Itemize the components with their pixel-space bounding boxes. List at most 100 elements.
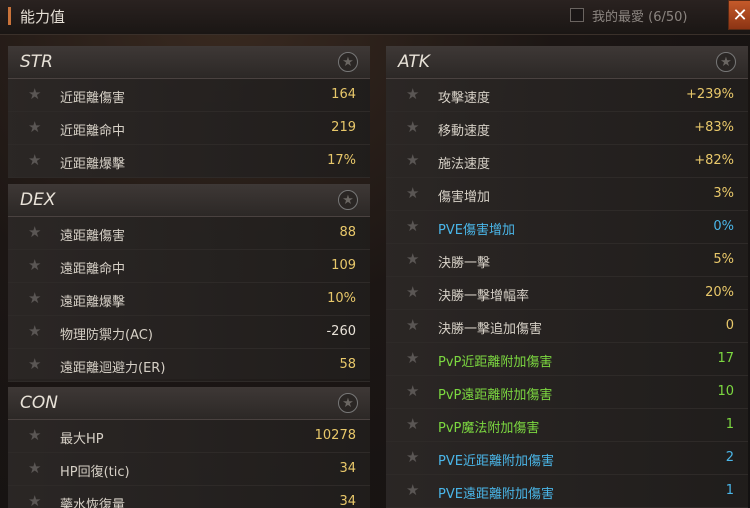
title-accent-bar	[8, 7, 11, 25]
stat-row: ★ 移動速度 +83%	[386, 112, 748, 145]
stat-label: 近距離命中	[60, 124, 126, 139]
stat-label: PvP魔法附加傷害	[438, 421, 540, 436]
stat-value: 10278	[314, 428, 356, 443]
panel-header-atk: ATK ★	[386, 46, 748, 79]
stat-label: 遠距離傷害	[60, 229, 126, 244]
stat-label: 藥水恢復量	[60, 498, 126, 508]
favorite-section-star-icon[interactable]: ★	[716, 52, 736, 72]
stat-value: 10	[717, 384, 734, 399]
stat-label: 決勝一擊增幅率	[438, 289, 530, 304]
stat-value: 2	[725, 450, 734, 465]
star-icon[interactable]: ★	[28, 118, 41, 136]
stat-label: 移動速度	[438, 124, 491, 139]
stat-label: 最大HP	[60, 432, 104, 447]
stat-value: 109	[331, 258, 356, 273]
stat-value: 58	[339, 357, 356, 372]
stat-row: ★ 決勝一擊追加傷害 0	[386, 310, 748, 343]
star-icon[interactable]: ★	[406, 283, 419, 301]
stat-value: 34	[339, 494, 356, 508]
star-icon[interactable]: ★	[28, 492, 41, 508]
stat-label: PvP遠距離附加傷害	[438, 388, 553, 403]
stat-label: HP回復(tic)	[60, 465, 130, 480]
star-icon[interactable]: ★	[406, 415, 419, 433]
stat-row: ★ 物理防禦力(AC) -260	[8, 316, 370, 349]
star-icon[interactable]: ★	[406, 316, 419, 334]
stat-label: 遠距離迴避力(ER)	[60, 361, 166, 376]
stat-value: 1	[725, 483, 734, 498]
stat-row: ★ 近距離傷害 164	[8, 79, 370, 112]
close-icon: ✕	[732, 4, 748, 26]
star-icon[interactable]: ★	[28, 426, 41, 444]
stat-value: 88	[339, 225, 356, 240]
stat-row: ★ PVE遠距離附加傷害 1	[386, 475, 748, 508]
stat-row: ★ 遠距離傷害 88	[8, 217, 370, 250]
stat-label: 物理防禦力(AC)	[60, 328, 153, 343]
star-icon[interactable]: ★	[406, 151, 419, 169]
stat-row: ★ 攻擊速度 +239%	[386, 79, 748, 112]
star-icon[interactable]: ★	[28, 223, 41, 241]
stat-row: ★ PVE近距離附加傷害 2	[386, 442, 748, 475]
star-icon[interactable]: ★	[406, 217, 419, 235]
favorites-checkbox[interactable]	[570, 8, 584, 22]
stat-value: 3%	[713, 186, 734, 201]
window-title: 能力值	[20, 8, 66, 26]
stat-label: 攻擊速度	[438, 91, 491, 106]
stat-row: ★ PvP近距離附加傷害 17	[386, 343, 748, 376]
star-icon[interactable]: ★	[406, 184, 419, 202]
star-icon[interactable]: ★	[28, 289, 41, 307]
star-icon[interactable]: ★	[28, 256, 41, 274]
star-icon[interactable]: ★	[28, 322, 41, 340]
stat-label: 近距離傷害	[60, 91, 126, 106]
stat-label: 施法速度	[438, 157, 491, 172]
favorite-section-star-icon[interactable]: ★	[338, 393, 358, 413]
stat-row: ★ 決勝一擊 5%	[386, 244, 748, 277]
star-icon[interactable]: ★	[406, 85, 419, 103]
stat-row: ★ 遠距離爆擊 10%	[8, 283, 370, 316]
panel-title: STR	[20, 52, 53, 72]
stat-value: -260	[326, 324, 356, 339]
stat-row: ★ PVE傷害增加 0%	[386, 211, 748, 244]
panel-header-con: CON ★	[8, 387, 370, 420]
stat-label: PvP近距離附加傷害	[438, 355, 553, 370]
stat-label: PVE傷害增加	[438, 223, 515, 238]
star-icon[interactable]: ★	[28, 459, 41, 477]
stat-value: 219	[331, 120, 356, 135]
stat-value: 17	[717, 351, 734, 366]
panel-header-dex: DEX ★	[8, 184, 370, 217]
stat-value: 5%	[713, 252, 734, 267]
star-icon[interactable]: ★	[406, 118, 419, 136]
stat-value: 34	[339, 461, 356, 476]
stat-value: +82%	[694, 153, 734, 168]
star-icon[interactable]: ★	[28, 355, 41, 373]
stat-label: PVE遠距離附加傷害	[438, 487, 554, 502]
stat-value: 20%	[705, 285, 734, 300]
stat-row: ★ 近距離爆擊 17%	[8, 145, 370, 178]
stat-label: 決勝一擊	[438, 256, 491, 271]
stat-label: 近距離爆擊	[60, 157, 126, 172]
favorite-section-star-icon[interactable]: ★	[338, 190, 358, 210]
star-icon[interactable]: ★	[406, 250, 419, 268]
star-icon[interactable]: ★	[406, 349, 419, 367]
close-button[interactable]: ✕	[728, 0, 750, 30]
stat-label: 遠距離爆擊	[60, 295, 126, 310]
stat-value: 10%	[327, 291, 356, 306]
stat-value: 0	[725, 318, 734, 333]
favorite-section-star-icon[interactable]: ★	[338, 52, 358, 72]
star-icon[interactable]: ★	[406, 481, 419, 499]
star-icon[interactable]: ★	[28, 85, 41, 103]
stat-row: ★ 近距離命中 219	[8, 112, 370, 145]
title-bar: 能力值 我的最愛 (6/50) ✕	[0, 0, 750, 35]
star-icon[interactable]: ★	[406, 448, 419, 466]
stat-label: PVE近距離附加傷害	[438, 454, 554, 469]
stat-row: ★ 遠距離命中 109	[8, 250, 370, 283]
panel-atk: ATK ★ ★ 攻擊速度 +239% ★ 移動速度 +83% ★ 施法速度 +82% ★ 傷害增加 3% ★…	[386, 46, 748, 508]
favorites-filter[interactable]: 我的最愛 (6/50)	[570, 4, 687, 26]
panel-str: STR ★ ★ 近距離傷害 164 ★ 近距離命中 219 ★ 近距離爆擊 17%	[8, 46, 370, 178]
stat-value: 17%	[327, 153, 356, 168]
star-icon[interactable]: ★	[28, 151, 41, 169]
stat-label: 傷害增加	[438, 190, 491, 205]
star-icon[interactable]: ★	[406, 382, 419, 400]
stat-value: 1	[725, 417, 734, 432]
stat-row: ★ 最大HP 10278	[8, 420, 370, 453]
panel-header-str: STR ★	[8, 46, 370, 79]
